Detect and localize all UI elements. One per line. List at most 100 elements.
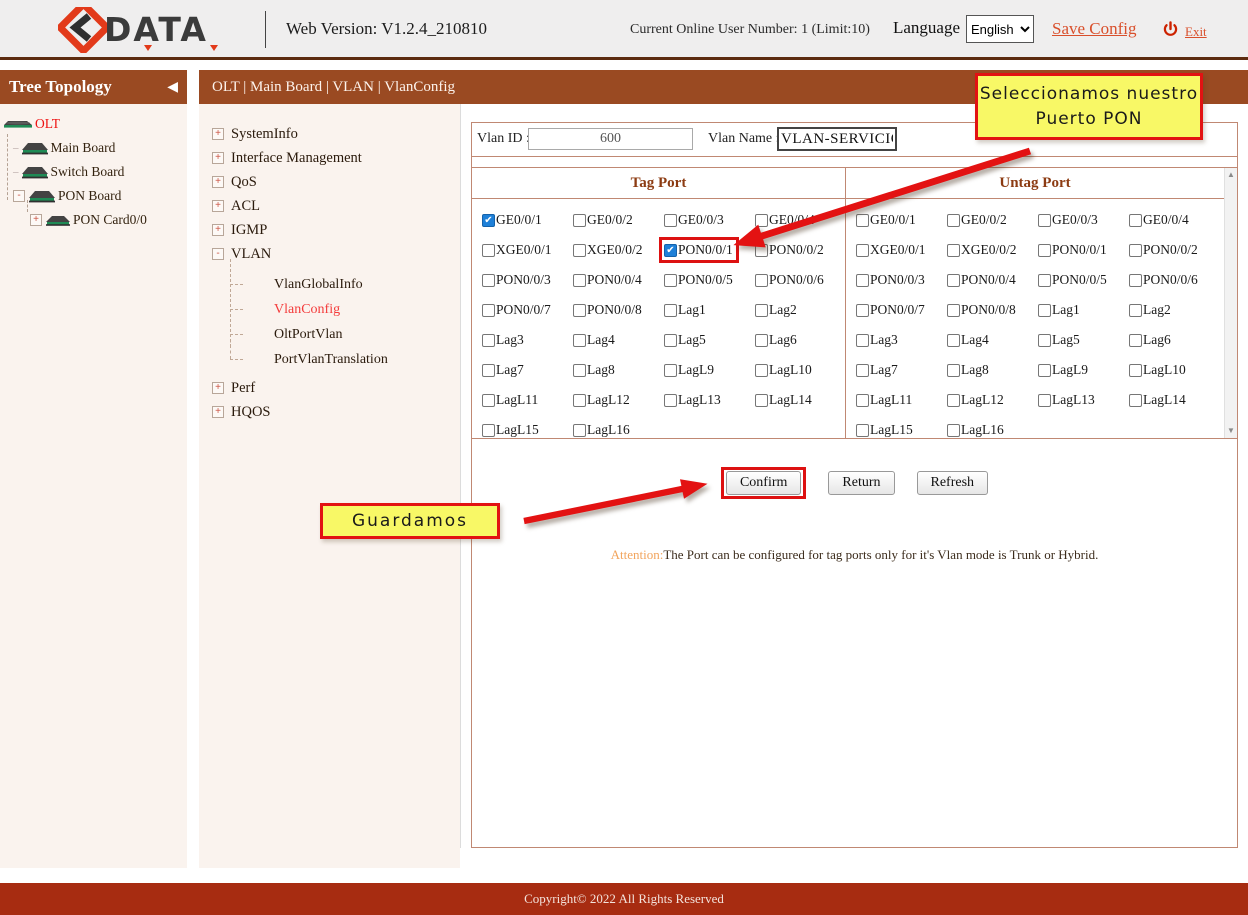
untag-checkbox-lag2[interactable] (1129, 304, 1142, 317)
tree-node-switch-board[interactable]: –Switch Board (0, 160, 187, 184)
nav-item-systeminfo[interactable]: +SystemInfo (212, 122, 460, 146)
untag-checkbox-lag7[interactable] (856, 364, 869, 377)
untag-checkbox-pon0-0-8[interactable] (947, 304, 960, 317)
untag-checkbox-lagl13[interactable] (1038, 394, 1051, 407)
tag-checkbox-xge0-0-1[interactable] (482, 244, 495, 257)
scroll-down-icon[interactable]: ▼ (1227, 427, 1235, 435)
language-select[interactable]: English (966, 15, 1034, 43)
tag-checkbox-ge0-0-1[interactable]: ✔ (482, 214, 495, 227)
untag-checkbox-lagl10[interactable] (1129, 364, 1142, 377)
untag-checkbox-lag5[interactable] (1038, 334, 1051, 347)
tag-checkbox-lagl15[interactable] (482, 424, 495, 437)
tag-checkbox-pon0-0-3[interactable] (482, 274, 495, 287)
tag-checkbox-lag6[interactable] (755, 334, 768, 347)
port-table-scrollbar[interactable]: ▲ ▼ (1224, 168, 1237, 438)
return-button[interactable]: Return (828, 471, 894, 495)
untag-checkbox-lag1[interactable] (1038, 304, 1051, 317)
nav-item-hqos[interactable]: +HQOS (212, 400, 460, 424)
expand-toggle-icon[interactable]: + (212, 152, 224, 164)
untag-checkbox-ge0-0-3[interactable] (1038, 214, 1051, 227)
tag-checkbox-pon0-0-1[interactable]: ✔ (664, 244, 677, 257)
tag-checkbox-lag4[interactable] (573, 334, 586, 347)
untag-checkbox-pon0-0-2[interactable] (1129, 244, 1142, 257)
untag-checkbox-lagl16[interactable] (947, 424, 960, 437)
vlan-name-input[interactable] (777, 127, 897, 151)
nav-item-igmp[interactable]: +IGMP (212, 218, 460, 242)
tag-checkbox-pon0-0-5[interactable] (664, 274, 677, 287)
untag-checkbox-lagl12[interactable] (947, 394, 960, 407)
untag-checkbox-pon0-0-6[interactable] (1129, 274, 1142, 287)
refresh-button[interactable]: Refresh (917, 471, 989, 495)
tree-node-pon-card0-0[interactable]: +PON Card0/0 (0, 208, 187, 232)
tag-checkbox-ge0-0-4[interactable] (755, 214, 768, 227)
expand-toggle-icon[interactable]: + (212, 200, 224, 212)
nav-item-interface-management[interactable]: +Interface Management (212, 146, 460, 170)
untag-checkbox-lag6[interactable] (1129, 334, 1142, 347)
tree-node-main-board[interactable]: –Main Board (0, 136, 187, 160)
tag-checkbox-lag1[interactable] (664, 304, 677, 317)
tag-checkbox-pon0-0-6[interactable] (755, 274, 768, 287)
nav-item-vlan[interactable]: -VLAN (212, 242, 460, 266)
untag-checkbox-pon0-0-4[interactable] (947, 274, 960, 287)
collapse-sidebar-icon[interactable]: ◀ (167, 79, 178, 96)
expand-toggle-icon[interactable]: + (30, 214, 42, 226)
untag-checkbox-lag3[interactable] (856, 334, 869, 347)
tag-checkbox-ge0-0-2[interactable] (573, 214, 586, 227)
tag-checkbox-pon0-0-8[interactable] (573, 304, 586, 317)
tag-checkbox-lag2[interactable] (755, 304, 768, 317)
tag-checkbox-lagl13[interactable] (664, 394, 677, 407)
scroll-up-icon[interactable]: ▲ (1227, 171, 1235, 179)
nav-item-portvlantranslation[interactable]: PortVlanTranslation (212, 347, 460, 372)
untag-checkbox-lagl14[interactable] (1129, 394, 1142, 407)
nav-item-oltportvlan[interactable]: OltPortVlan (212, 322, 460, 347)
confirm-button[interactable]: Confirm (726, 471, 801, 495)
tag-checkbox-lagl9[interactable] (664, 364, 677, 377)
tag-checkbox-ge0-0-3[interactable] (664, 214, 677, 227)
tag-checkbox-pon0-0-4[interactable] (573, 274, 586, 287)
expand-toggle-icon[interactable]: + (212, 382, 224, 394)
untag-checkbox-pon0-0-3[interactable] (856, 274, 869, 287)
power-icon[interactable] (1162, 21, 1179, 43)
nav-item-vlanconfig[interactable]: VlanConfig (212, 297, 460, 322)
tree-node-pon-board[interactable]: -PON Board (0, 184, 187, 208)
vlan-id-input[interactable] (528, 128, 693, 150)
untag-checkbox-pon0-0-1[interactable] (1038, 244, 1051, 257)
nav-item-vlanglobalinfo[interactable]: VlanGlobalInfo (212, 272, 460, 297)
untag-checkbox-lag4[interactable] (947, 334, 960, 347)
expand-toggle-icon[interactable]: + (212, 128, 224, 140)
tree-node-olt[interactable]: OLT (0, 112, 187, 136)
tag-checkbox-xge0-0-2[interactable] (573, 244, 586, 257)
expand-toggle-icon[interactable]: - (212, 248, 224, 260)
nav-item-perf[interactable]: +Perf (212, 376, 460, 400)
tag-checkbox-lag8[interactable] (573, 364, 586, 377)
expand-toggle-icon[interactable]: + (212, 224, 224, 236)
untag-checkbox-pon0-0-7[interactable] (856, 304, 869, 317)
tag-checkbox-lag3[interactable] (482, 334, 495, 347)
untag-checkbox-lagl9[interactable] (1038, 364, 1051, 377)
untag-checkbox-xge0-0-1[interactable] (856, 244, 869, 257)
tag-checkbox-lagl16[interactable] (573, 424, 586, 437)
untag-checkbox-lag8[interactable] (947, 364, 960, 377)
nav-item-acl[interactable]: +ACL (212, 194, 460, 218)
expand-toggle-icon[interactable]: + (212, 406, 224, 418)
expand-toggle-icon[interactable]: - (13, 190, 25, 202)
untag-checkbox-ge0-0-2[interactable] (947, 214, 960, 227)
untag-checkbox-ge0-0-4[interactable] (1129, 214, 1142, 227)
tag-checkbox-lagl10[interactable] (755, 364, 768, 377)
nav-item-qos[interactable]: +QoS (212, 170, 460, 194)
untag-checkbox-ge0-0-1[interactable] (856, 214, 869, 227)
expand-toggle-icon[interactable]: + (212, 176, 224, 188)
untag-checkbox-lagl11[interactable] (856, 394, 869, 407)
tag-checkbox-lag5[interactable] (664, 334, 677, 347)
save-config-link[interactable]: Save Config (1052, 19, 1137, 39)
untag-checkbox-lagl15[interactable] (856, 424, 869, 437)
untag-checkbox-pon0-0-5[interactable] (1038, 274, 1051, 287)
untag-checkbox-xge0-0-2[interactable] (947, 244, 960, 257)
tag-checkbox-lagl12[interactable] (573, 394, 586, 407)
tag-checkbox-lagl11[interactable] (482, 394, 495, 407)
tag-checkbox-lagl14[interactable] (755, 394, 768, 407)
tag-checkbox-pon0-0-2[interactable] (755, 244, 768, 257)
tag-checkbox-pon0-0-7[interactable] (482, 304, 495, 317)
tag-checkbox-lag7[interactable] (482, 364, 495, 377)
exit-link[interactable]: Exit (1185, 24, 1207, 40)
